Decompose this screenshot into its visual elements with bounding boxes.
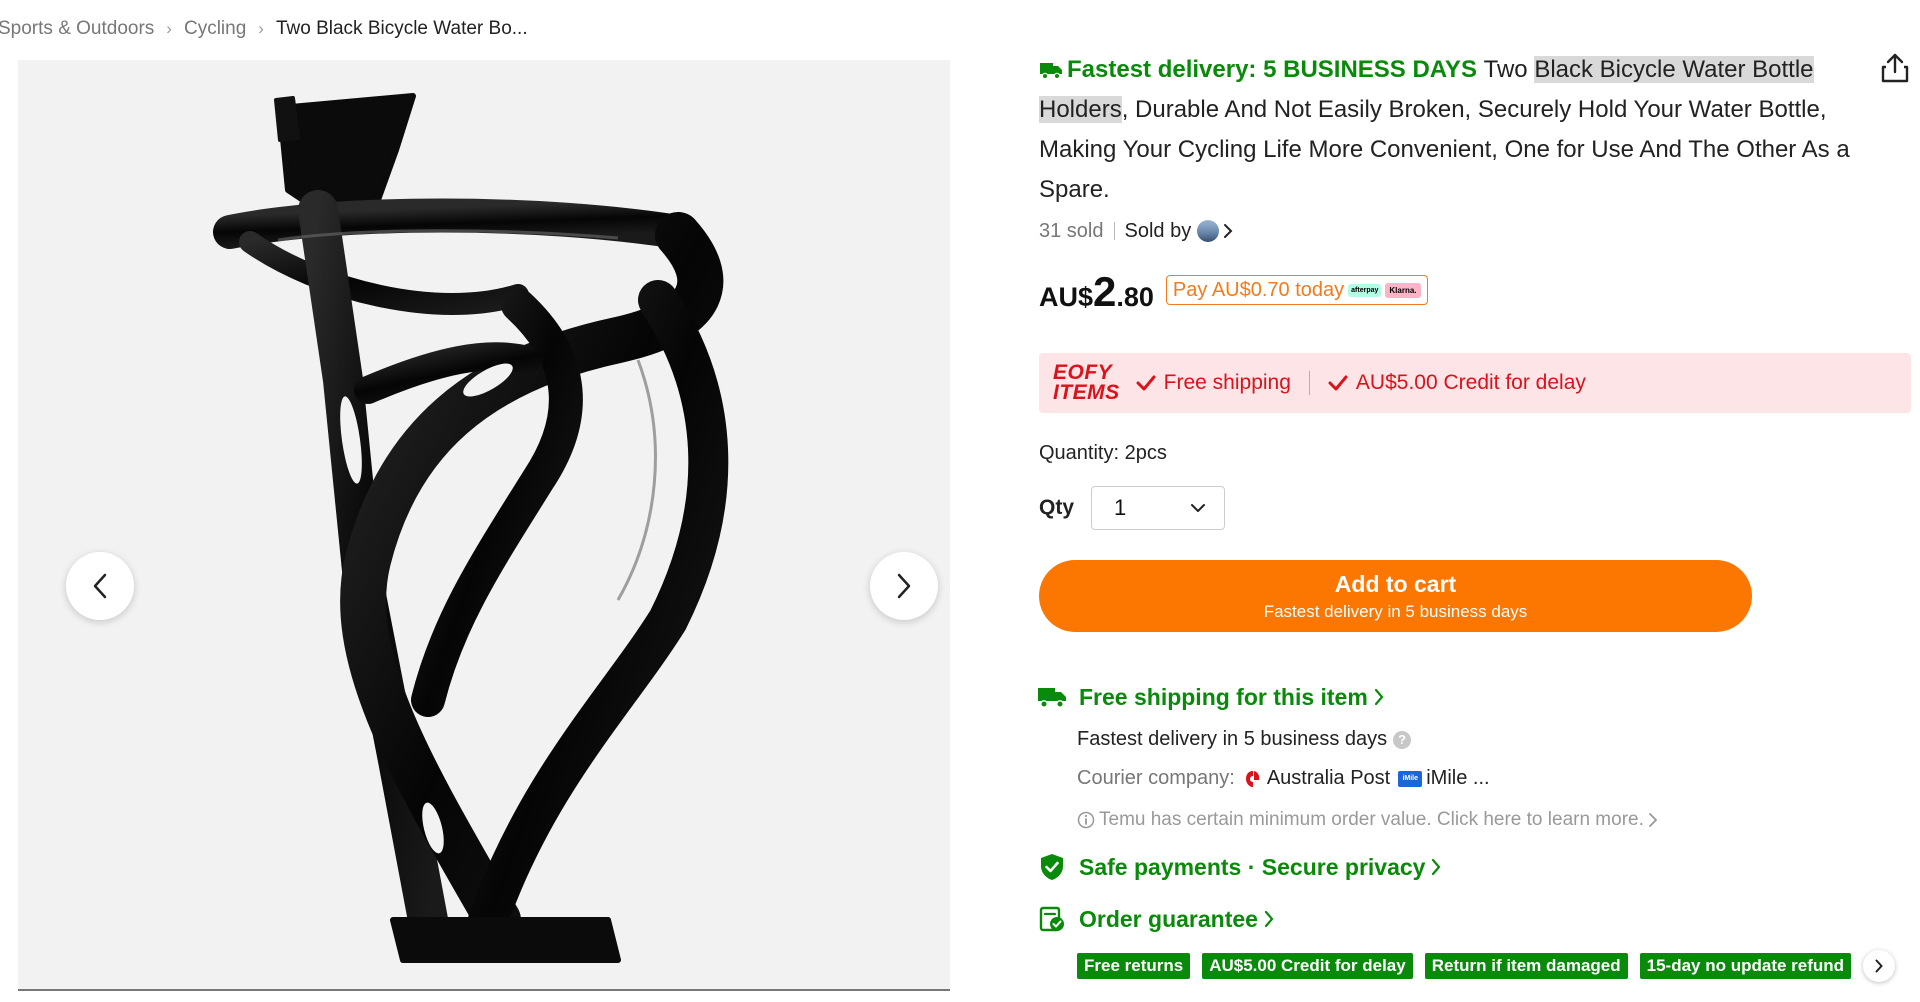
promo-credit: AU$5.00 Credit for delay bbox=[1328, 371, 1586, 395]
breadcrumb-item-sports[interactable]: Sports & Outdoors bbox=[0, 18, 154, 40]
price-decimal: .80 bbox=[1116, 282, 1154, 312]
safe-payments-title: Safe payments · Secure privacy bbox=[1079, 853, 1426, 880]
breadcrumb: Sports & Outdoors › Cycling › Two Black … bbox=[0, 16, 528, 42]
tag-return-damaged: Return if item damaged bbox=[1424, 953, 1628, 979]
tag-free-returns: Free returns bbox=[1077, 953, 1191, 979]
add-to-cart-button[interactable]: Add to cart Fastest delivery in 5 busine… bbox=[1039, 560, 1752, 632]
courier-australia-post: Australia Post bbox=[1266, 767, 1391, 789]
sold-by-label: Sold by bbox=[1124, 219, 1192, 242]
guarantee-icon bbox=[1037, 904, 1067, 934]
fastest-delivery-label: Fastest delivery: 5 BUSINESS DAYS bbox=[1039, 56, 1484, 83]
price-row: AU$ 2 .80 Pay AU$0.70 today afterpay Kla… bbox=[1039, 268, 1919, 315]
afterpay-logo: afterpay bbox=[1348, 283, 1382, 297]
tags-next-button[interactable] bbox=[1863, 950, 1896, 982]
chevron-right-icon bbox=[1264, 910, 1274, 928]
courier-imile: iMile ... bbox=[1426, 767, 1490, 789]
chevron-right-icon bbox=[1648, 813, 1658, 827]
chevron-right-icon bbox=[1374, 688, 1384, 706]
chevron-right-icon bbox=[1875, 959, 1883, 973]
info-icon bbox=[1077, 811, 1095, 829]
sold-count: 31 sold bbox=[1039, 219, 1104, 242]
promo-banner: EOFY ITEMS Free shipping AU$5.00 Credit … bbox=[1039, 353, 1911, 413]
title-part1: Two bbox=[1483, 56, 1535, 83]
guarantee-tags: Free returns AU$5.00 Credit for delay Re… bbox=[1077, 950, 1896, 982]
add-to-cart-sub: Fastest delivery in 5 business days bbox=[1263, 601, 1528, 621]
title-part2: , Durable And Not Easily Broken, Securel… bbox=[1039, 96, 1850, 203]
breadcrumb-item-cycling[interactable]: Cycling bbox=[184, 18, 246, 40]
eofy-logo: EOFY ITEMS bbox=[1053, 361, 1120, 404]
free-shipping-title: Free shipping for this item bbox=[1079, 683, 1368, 710]
gallery-divider bbox=[18, 989, 950, 991]
truck-icon bbox=[1037, 682, 1067, 712]
help-icon[interactable]: ? bbox=[1393, 730, 1412, 749]
gallery-next-button[interactable] bbox=[870, 552, 938, 620]
price-integer: 2 bbox=[1093, 268, 1117, 315]
order-guarantee-title: Order guarantee bbox=[1079, 905, 1258, 932]
promo-free-shipping: Free shipping bbox=[1136, 371, 1291, 395]
qty-select[interactable]: 1 bbox=[1091, 486, 1225, 530]
product-gallery bbox=[18, 60, 950, 990]
chevron-right-icon: › bbox=[258, 19, 264, 38]
gallery-prev-button[interactable] bbox=[66, 552, 134, 620]
free-shipping-link[interactable]: Free shipping for this item bbox=[1037, 682, 1384, 712]
price-currency: AU$ bbox=[1039, 282, 1094, 312]
courier-row: Courier company: Australia Post iMile iM… bbox=[1077, 767, 1490, 790]
truck-icon bbox=[1040, 63, 1062, 80]
sold-by-link[interactable]: Sold by bbox=[1125, 220, 1234, 243]
courier-label: Courier company: bbox=[1077, 767, 1235, 789]
chevron-down-icon bbox=[1191, 504, 1205, 512]
tag-15-day-refund: 15-day no update refund bbox=[1639, 953, 1852, 979]
seller-avatar bbox=[1197, 220, 1220, 242]
australia-post-icon bbox=[1245, 770, 1260, 787]
shield-check-icon bbox=[1037, 852, 1067, 882]
pay-later-text: Pay AU$0.70 today bbox=[1172, 278, 1345, 301]
imile-logo: iMile bbox=[1398, 770, 1423, 787]
tag-credit-delay: AU$5.00 Credit for delay bbox=[1202, 953, 1413, 979]
chevron-right-icon: › bbox=[166, 19, 172, 38]
qty-label: Qty bbox=[1039, 496, 1075, 519]
qty-row: Qty 1 bbox=[1039, 486, 1225, 530]
add-to-cart-label: Add to cart bbox=[1334, 570, 1457, 597]
divider bbox=[1308, 371, 1310, 395]
product-title: Fastest delivery: 5 BUSINESS DAYS Two Bl… bbox=[1039, 50, 1859, 210]
quantity-value: 2pcs bbox=[1124, 442, 1167, 464]
quantity-info: Quantity: 2pcs bbox=[1039, 442, 1167, 465]
check-icon bbox=[1136, 375, 1156, 391]
divider bbox=[1113, 222, 1115, 240]
order-guarantee-link[interactable]: Order guarantee bbox=[1037, 904, 1274, 934]
safe-payments-link[interactable]: Safe payments · Secure privacy bbox=[1037, 852, 1441, 882]
chevron-right-icon bbox=[897, 573, 911, 599]
klarna-logo: Klarna. bbox=[1385, 282, 1421, 298]
chevron-right-icon bbox=[1224, 224, 1233, 238]
breadcrumb-current: Two Black Bicycle Water Bo... bbox=[275, 18, 528, 39]
product-image bbox=[213, 93, 729, 963]
min-order-notice[interactable]: Temu has certain minimum order value. Cl… bbox=[1077, 809, 1658, 831]
chevron-right-icon bbox=[1432, 858, 1441, 876]
quantity-label: Quantity: bbox=[1039, 442, 1120, 464]
product-info: Fastest delivery: 5 BUSINESS DAYS Two Bl… bbox=[1039, 50, 1919, 315]
qty-selected-value: 1 bbox=[1114, 495, 1127, 520]
sold-row: 31 sold Sold by bbox=[1039, 216, 1919, 246]
chevron-left-icon bbox=[93, 573, 107, 599]
fastest-delivery-detail: Fastest delivery in 5 business days ? bbox=[1077, 728, 1412, 751]
check-icon bbox=[1328, 375, 1348, 391]
pay-later-badge[interactable]: Pay AU$0.70 today afterpay Klarna. bbox=[1165, 275, 1428, 305]
